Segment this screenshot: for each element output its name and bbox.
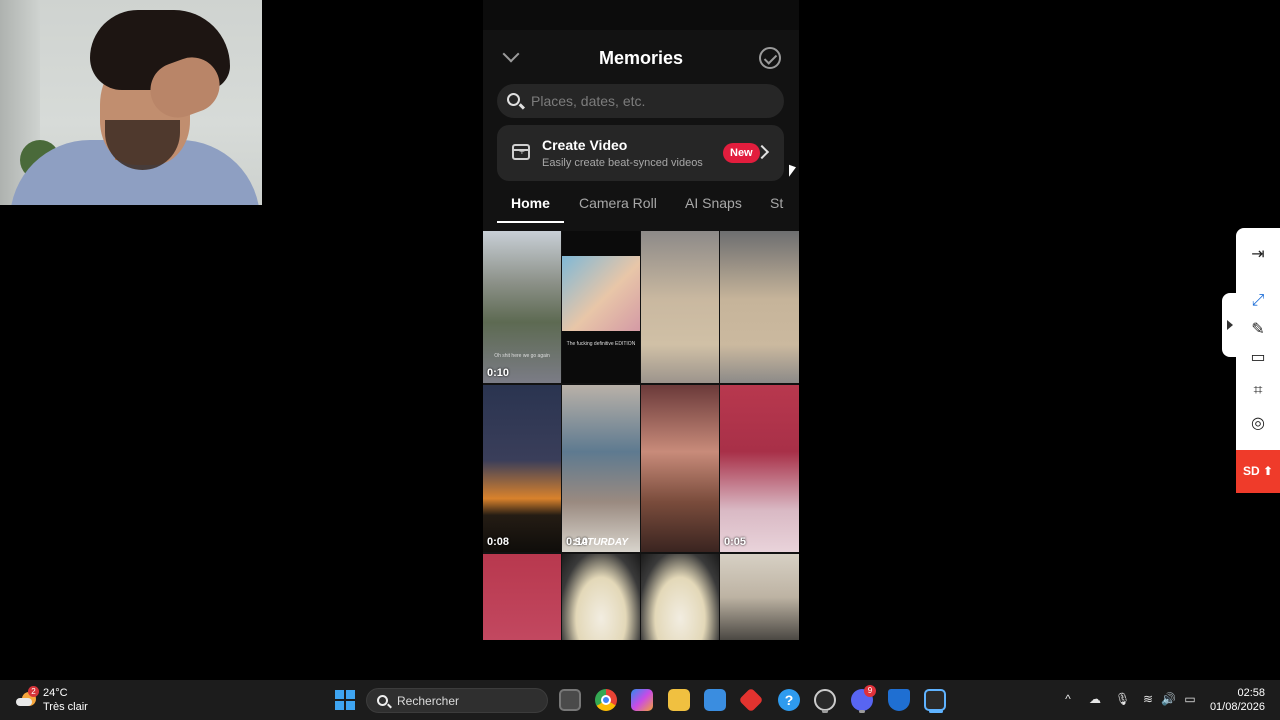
taskbar: 2 24°C Très clair Rechercher ? 9 ^ ☁ 🎙 ≋… xyxy=(0,680,1280,720)
pen-icon[interactable]: ✎ xyxy=(1248,320,1268,340)
select-check-icon[interactable] xyxy=(759,47,781,69)
search-input[interactable] xyxy=(531,84,771,118)
sd-upload-button[interactable]: SD ⬆ xyxy=(1236,450,1280,493)
memory-thumbnail[interactable]: 0:08 xyxy=(483,385,561,552)
taskbar-search-label: Rechercher xyxy=(397,694,460,708)
app-diamond-icon[interactable] xyxy=(738,687,764,713)
memory-thumbnail[interactable] xyxy=(641,231,719,383)
clock-date[interactable]: 01/08/2026 xyxy=(1205,701,1265,713)
sd-label: SD xyxy=(1242,464,1260,478)
copilot-icon[interactable] xyxy=(631,689,653,711)
memory-thumbnail[interactable] xyxy=(641,554,719,640)
create-video-card[interactable]: Create Video Easily create beat-synced v… xyxy=(497,125,784,181)
memory-thumbnail[interactable] xyxy=(562,554,640,640)
memory-thumbnail[interactable]: Oh shit here we go again 0:10 xyxy=(483,231,561,383)
active-tab-indicator xyxy=(497,221,564,223)
video-create-icon xyxy=(512,144,530,160)
screen-tools-toolbar: ⇥ ⤢ ✎ ▭ ⌗ ◎ SD ⬆ xyxy=(1236,228,1280,493)
screen: Memories Create Video Easily create beat… xyxy=(0,0,1280,720)
thumbnail-caption: SATURDAY xyxy=(573,537,629,548)
video-duration: 0:10 xyxy=(487,367,510,379)
thumbnail-caption: Oh shit here we go again xyxy=(494,353,550,359)
microphone-icon[interactable]: 🎙 xyxy=(1115,692,1130,706)
memories-screen: Memories Create Video Easily create beat… xyxy=(483,0,799,640)
new-badge: New xyxy=(723,143,760,163)
tab-home[interactable]: Home xyxy=(511,195,550,211)
memory-thumbnail[interactable]: The fucking definitive EDITION xyxy=(562,231,640,383)
memory-thumbnail[interactable] xyxy=(641,385,719,552)
create-video-subtitle: Easily create beat-synced videos xyxy=(542,157,703,169)
create-video-title: Create Video xyxy=(542,137,628,153)
record-icon[interactable]: ◎ xyxy=(1248,414,1268,434)
search-icon xyxy=(377,695,388,706)
task-view-icon[interactable] xyxy=(559,689,581,711)
discord-icon[interactable]: 9 xyxy=(851,685,876,711)
windows-start-icon[interactable] xyxy=(335,690,355,710)
search-bar[interactable] xyxy=(497,84,784,118)
memory-thumbnail[interactable] xyxy=(720,554,799,640)
memory-thumbnail[interactable] xyxy=(720,231,799,383)
thumbnail-caption: The fucking definitive EDITION xyxy=(566,341,636,347)
tab-stories[interactable]: St xyxy=(770,195,783,211)
window-icon[interactable]: ▭ xyxy=(1248,348,1268,368)
obs-icon[interactable] xyxy=(814,689,836,711)
video-duration: 0:08 xyxy=(487,536,510,548)
tab-camera-roll[interactable]: Camera Roll xyxy=(579,195,657,211)
memory-thumbnail[interactable]: 0:10 SATURDAY xyxy=(562,385,640,552)
discord-badge: 9 xyxy=(864,685,876,697)
shield-icon[interactable] xyxy=(888,689,910,711)
cloud-icon[interactable]: ☁ xyxy=(1088,692,1102,706)
webcam-overlay xyxy=(0,0,262,205)
clock-time[interactable]: 02:58 xyxy=(1215,687,1265,699)
wifi-icon[interactable]: ≋ xyxy=(1141,692,1155,706)
chrome-icon[interactable] xyxy=(595,689,617,711)
memories-grid: Oh shit here we go again 0:10 The fuckin… xyxy=(483,231,799,640)
chevron-up-icon[interactable]: ^ xyxy=(1061,692,1075,706)
page-title: Memories xyxy=(598,48,684,68)
memory-thumbnail[interactable]: 0:05 xyxy=(720,385,799,552)
tab-ai-snaps[interactable]: AI Snaps xyxy=(685,195,742,211)
help-icon[interactable]: ? xyxy=(778,689,800,711)
snapchat-window-icon[interactable] xyxy=(924,689,946,711)
weather-temperature[interactable]: 24°C xyxy=(43,687,68,699)
weather-badge: 2 xyxy=(28,686,39,697)
crop-icon[interactable]: ⌗ xyxy=(1248,381,1268,401)
mouse-cursor xyxy=(789,164,796,180)
volume-icon[interactable]: 🔊 xyxy=(1161,692,1176,706)
weather-condition[interactable]: Très clair xyxy=(43,701,88,713)
memories-tabs: Home Camera Roll AI Snaps St xyxy=(497,188,799,224)
fullscreen-icon[interactable]: ⤢ xyxy=(1248,291,1268,311)
exit-icon[interactable]: ⇥ xyxy=(1248,245,1268,265)
taskbar-search[interactable]: Rechercher xyxy=(366,688,548,713)
memory-thumbnail[interactable] xyxy=(483,554,561,640)
store-icon[interactable] xyxy=(704,689,726,711)
search-icon xyxy=(507,93,520,106)
battery-icon[interactable]: ▭ xyxy=(1183,692,1197,706)
file-explorer-icon[interactable] xyxy=(668,689,690,711)
video-duration: 0:05 xyxy=(724,536,747,548)
